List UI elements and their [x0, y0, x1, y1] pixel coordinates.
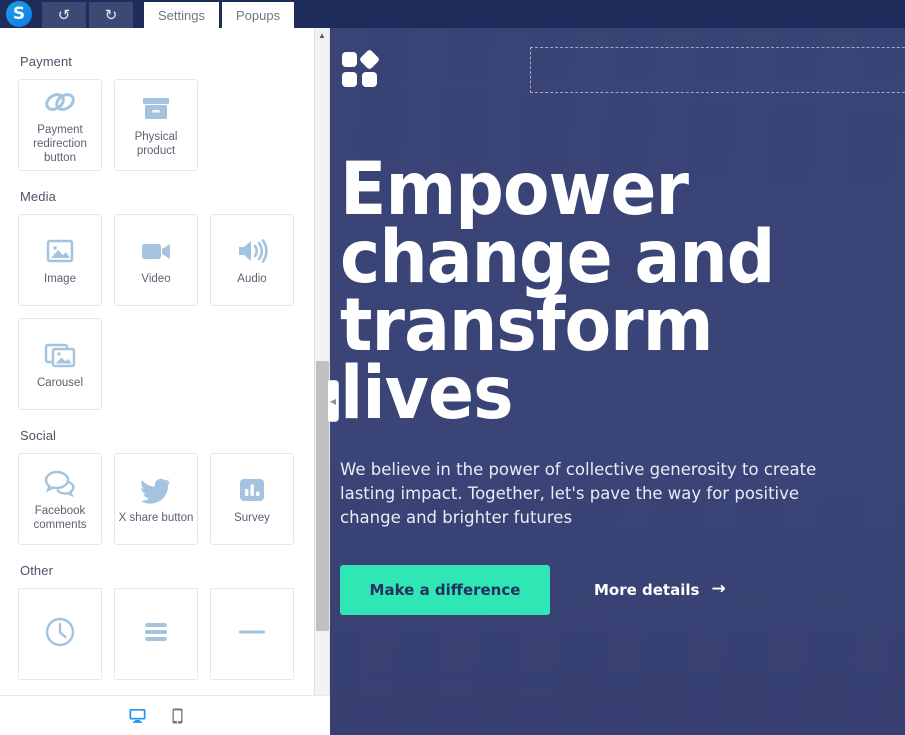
app-window: S ↺ ↻ Settings Popups Payment Payment re…: [0, 0, 905, 735]
site-preview-canvas: Empower change and transform lives We be…: [330, 28, 905, 735]
section-payment: Payment Payment redirection button Physi…: [18, 54, 315, 171]
scrollbar-thumb[interactable]: [315, 361, 329, 632]
image-icon: [44, 234, 76, 268]
tab-settings[interactable]: Settings: [144, 2, 219, 28]
section-title-other: Other: [20, 563, 54, 578]
section-other: Other: [18, 563, 315, 680]
scroll-up-arrow-icon[interactable]: ▲: [315, 28, 330, 44]
site-header: [342, 42, 905, 98]
widget-label: Carousel: [36, 377, 84, 389]
top-toolbar: S ↺ ↻ Settings Popups: [0, 0, 905, 28]
widget-panel-scroll-area: Payment Payment redirection button Physi…: [0, 28, 329, 735]
undo-button[interactable]: ↺: [42, 2, 86, 28]
arrow-right-icon: →: [711, 579, 726, 599]
carousel-icon: [43, 338, 77, 372]
mobile-icon: [172, 708, 183, 723]
hero-section[interactable]: Empower change and transform lives We be…: [330, 28, 905, 735]
widget-x-share-button[interactable]: X share button: [114, 453, 198, 545]
hero-content: Empower change and transform lives We be…: [340, 153, 905, 615]
widget-label: Payment redirection button: [33, 124, 87, 164]
widget-countdown[interactable]: [18, 588, 102, 680]
widget-video[interactable]: Video: [114, 214, 198, 306]
widget-label: X share button: [118, 512, 194, 524]
mobile-view-button[interactable]: [170, 706, 185, 726]
app-logo-letter: S: [12, 3, 26, 24]
desktop-view-button[interactable]: [127, 706, 148, 726]
hero-subtitle[interactable]: We believe in the power of collective ge…: [340, 458, 818, 530]
menu-lines-icon: [139, 615, 173, 649]
panel-collapse-handle[interactable]: ◀: [328, 380, 339, 422]
link-icon: [43, 85, 77, 119]
clock-icon: [43, 615, 77, 649]
widget-image[interactable]: Image: [18, 214, 102, 306]
four-squares-logo-icon[interactable]: [342, 48, 381, 88]
section-media: Media Image Video Audio Carousel: [18, 189, 315, 410]
widget-physical-product[interactable]: Physical product: [114, 79, 198, 171]
widget-label: Facebook comments: [33, 505, 87, 531]
widget-label: Survey: [234, 512, 270, 524]
widget-carousel[interactable]: Carousel: [18, 318, 102, 410]
section-social: Social Facebook comments X share button …: [18, 428, 315, 545]
widget-label: Physical product: [134, 131, 178, 157]
widget-label: Audio: [237, 273, 267, 285]
tab-popups[interactable]: Popups: [221, 2, 295, 28]
bar-chart-icon: [237, 473, 267, 507]
divider-line-icon: [235, 615, 269, 649]
widget-payment-redirection-button[interactable]: Payment redirection button: [18, 79, 102, 171]
section-title-payment: Payment: [20, 54, 73, 69]
hero-title[interactable]: Empower change and transform lives: [340, 153, 865, 429]
make-a-difference-button[interactable]: Make a difference: [340, 564, 550, 615]
widget-survey[interactable]: Survey: [210, 453, 294, 545]
video-camera-icon: [139, 234, 173, 268]
more-details-label: More details: [594, 580, 700, 599]
section-title-social: Social: [20, 428, 57, 443]
widget-label: Video: [141, 273, 171, 285]
speaker-icon: [235, 234, 269, 268]
widget-panel: Payment Payment redirection button Physi…: [0, 28, 339, 735]
undo-icon: ↺: [57, 6, 71, 24]
widget-label: Image: [44, 273, 76, 285]
widget-audio[interactable]: Audio: [210, 214, 294, 306]
header-dropzone[interactable]: [530, 47, 905, 93]
widget-panel-scrollbar[interactable]: ▲ ▼: [314, 28, 329, 735]
redo-button[interactable]: ↻: [89, 2, 133, 28]
widget-divider[interactable]: [210, 588, 294, 680]
redo-icon: ↻: [104, 6, 118, 24]
speech-bubbles-icon: [43, 466, 77, 500]
more-details-link[interactable]: More details →: [594, 581, 726, 599]
bird-icon: [139, 473, 173, 507]
widget-facebook-comments[interactable]: Facebook comments: [18, 453, 102, 545]
device-toggle-bar-wrapper: [0, 695, 330, 735]
hero-cta-group: Make a difference More details →: [340, 564, 905, 615]
desktop-icon: [129, 708, 146, 723]
workspace: Payment Payment redirection button Physi…: [0, 28, 905, 735]
section-title-media: Media: [20, 189, 56, 204]
app-logo-icon[interactable]: S: [6, 1, 32, 27]
device-toggle-bar: [0, 695, 330, 735]
box-icon: [140, 92, 172, 126]
widget-menu[interactable]: [114, 588, 198, 680]
